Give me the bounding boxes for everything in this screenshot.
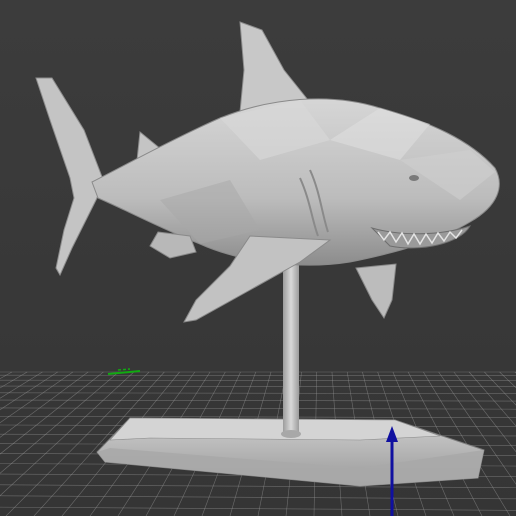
shark-model[interactable]	[35, 21, 500, 323]
viewport-canvas[interactable]	[0, 0, 516, 516]
grid-line	[0, 484, 516, 488]
shark-eye	[409, 175, 419, 181]
anal-fin	[355, 263, 397, 320]
grid-line	[0, 399, 516, 402]
y-axis-marker-icon	[107, 368, 141, 375]
pectoral-fin	[183, 235, 332, 323]
grid-line	[0, 506, 516, 511]
pelvic-fin	[149, 231, 197, 259]
dorsal-fin	[239, 21, 309, 113]
grid-line	[0, 407, 516, 410]
3d-viewport[interactable]	[0, 0, 516, 516]
stand-pole[interactable]	[281, 262, 301, 438]
grid-line	[0, 385, 516, 388]
tail-fin	[35, 77, 105, 277]
